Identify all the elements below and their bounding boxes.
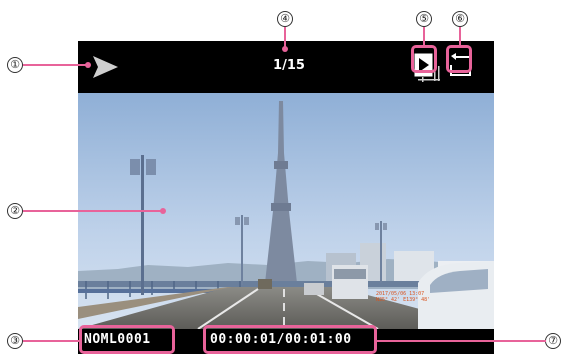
timecode-highlight	[203, 325, 377, 354]
filename-highlight	[79, 325, 175, 354]
callout-6: ⑥	[452, 11, 468, 27]
leader-4-dot	[282, 46, 288, 52]
return-icon-highlight	[446, 45, 472, 73]
manual-figure: ④ ⑤ ⑥ ① ② ③ ⑦ 1/15 2017/05/06 13:07 N35°…	[0, 0, 570, 354]
leader-5	[423, 27, 425, 46]
play-icon[interactable]	[90, 54, 120, 80]
playback-screen: 1/15 2017/05/06 13:07 N35° 42' E139° 48'…	[78, 41, 494, 354]
callout-7: ⑦	[545, 333, 561, 349]
leader-7	[376, 340, 546, 342]
leader-3	[23, 340, 80, 342]
stamp-line-2: N35° 42' E139° 48'	[376, 297, 431, 303]
callout-5: ⑤	[416, 11, 432, 27]
leader-1	[23, 64, 87, 66]
leader-6	[459, 27, 461, 46]
callout-3: ③	[7, 333, 23, 349]
leader-2-dot	[160, 208, 166, 214]
leader-2	[23, 210, 163, 212]
file-counter: 1/15	[273, 58, 305, 73]
leader-1-dot	[85, 62, 91, 68]
mode-icon-highlight	[411, 45, 437, 73]
callout-4: ④	[277, 11, 293, 27]
callout-2: ②	[7, 203, 23, 219]
callout-1: ①	[7, 57, 23, 73]
video-stamp: 2017/05/06 13:07 N35° 42' E139° 48'	[376, 291, 430, 303]
